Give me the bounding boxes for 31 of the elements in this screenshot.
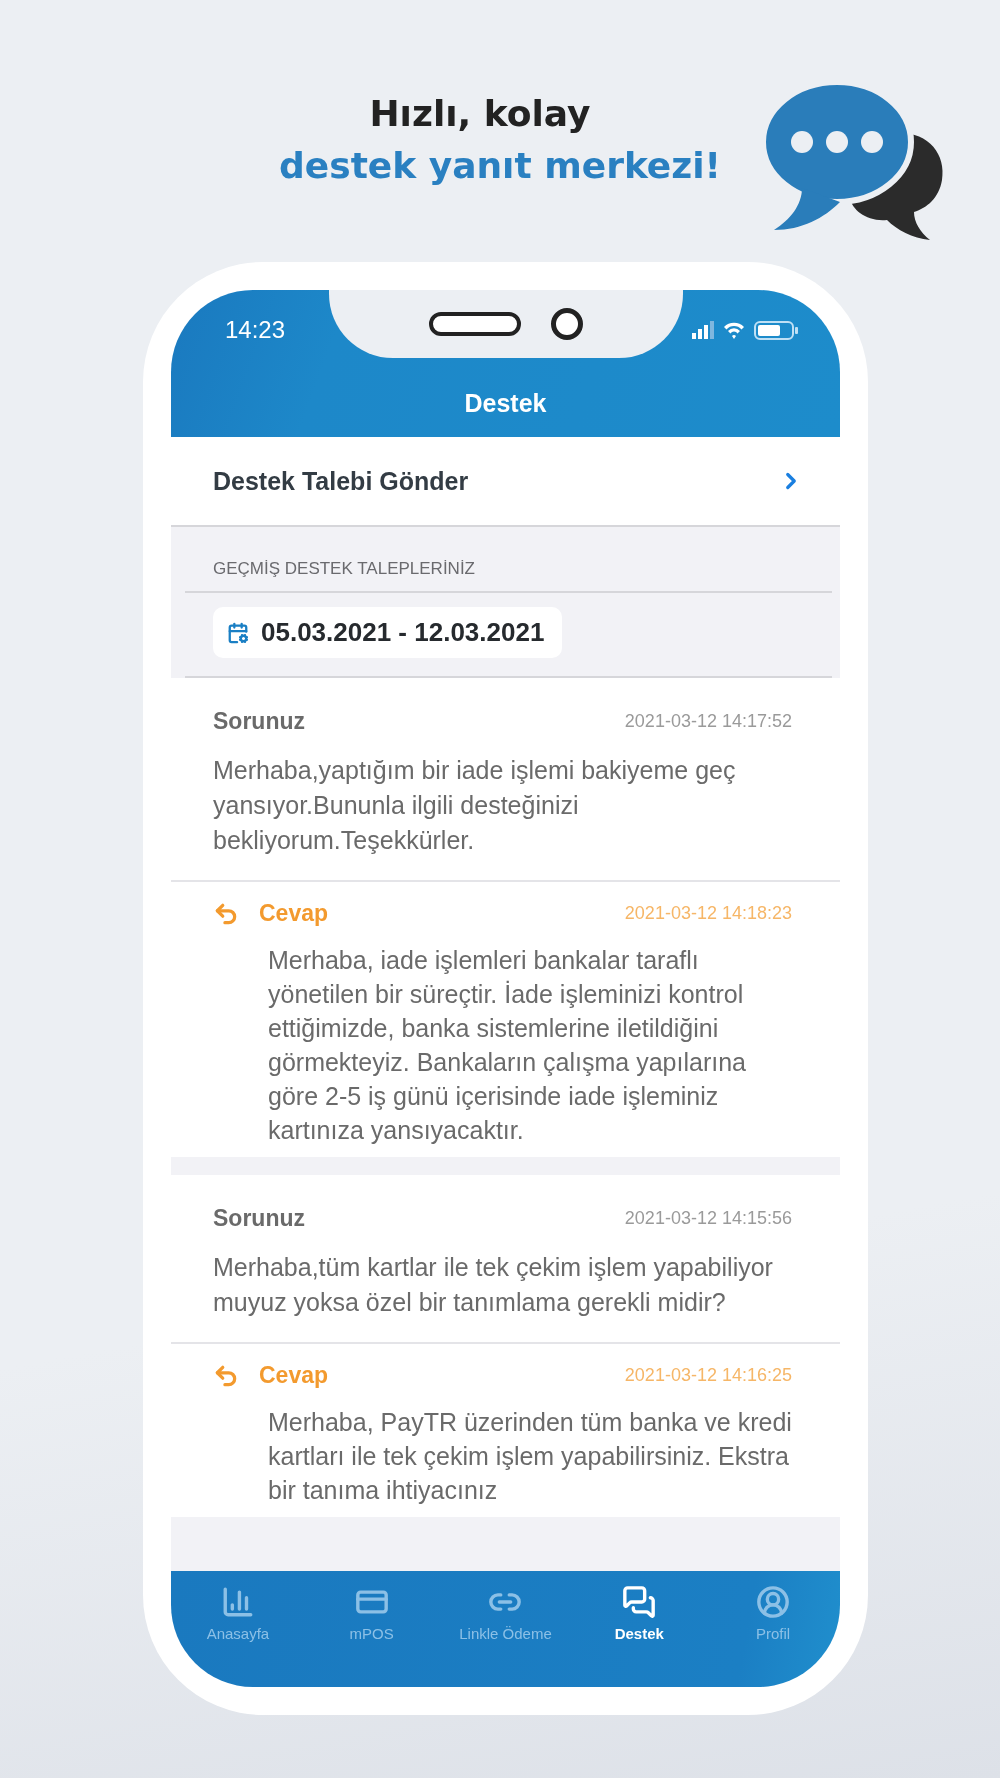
tab[interactable]: mPOS	[304, 1581, 439, 1646]
camera	[551, 308, 583, 340]
headline: Hızlı, kolay	[369, 92, 591, 136]
tab[interactable]: Destek	[572, 1581, 707, 1646]
headline: destek yanıt merkezi!	[279, 144, 721, 188]
calendar-icon	[227, 621, 249, 644]
signal-icon	[692, 321, 714, 339]
tab[interactable]: Profil	[706, 1581, 840, 1646]
tab[interactable]: Anasayfa	[171, 1581, 305, 1646]
answer-text: Merhaba, PayTR üzerinden tüm banka ve kredi kartları ile tek çekim işlem yapabilirsiniz. Ekstra bir tanıma ihtiyacınız	[268, 1407, 792, 1506]
question-time: 2021-03-12 14:17:52	[624, 711, 792, 732]
answer-label: Cevap	[259, 900, 329, 927]
answer-time: 2021-03-12 14:16:25	[624, 1365, 792, 1386]
question-label: Sorunuz	[213, 708, 305, 735]
chat-icon	[622, 1585, 657, 1619]
question-text: Merhaba,tüm kartlar ile tek çekim işlem yapabiliyor muyuz yoksa özel bir tanımlama gerekli midir?	[213, 1252, 774, 1318]
battery-icon	[754, 321, 798, 340]
answer-label: Cevap	[259, 1362, 329, 1389]
user-icon	[756, 1585, 791, 1619]
date-range-picker[interactable]: 05.03.2021 - 12.03.2021	[213, 607, 563, 658]
answer-time: 2021-03-12 14:18:23	[624, 903, 792, 924]
question-text: Merhaba,yaptığım bir iade işlemi bakiyeme geç yansıyor.Bununla ilgili desteğinizi bekliyorum.Teşekkürler.	[213, 755, 737, 856]
answer-text: Merhaba, iade işlemleri bankalar taraflı yönetilen bir süreçtir. İade işleminizi kontrol ettiğimizde, banka sistemlerine iletildiğini görmekteyiz. Bankaların çalışma yapılarına göre 2-5 iş günü içerisinde iade işleminiz kartınıza yansıyacaktır.	[268, 945, 747, 1146]
question-time: 2021-03-12 14:15:56	[624, 1208, 792, 1229]
status-time: 14:23	[225, 316, 286, 344]
wifi-icon	[724, 322, 744, 339]
question-label: Sorunuz	[213, 1205, 305, 1232]
section-title: GEÇMİŞ DESTEK TALEPLERİNİZ	[185, 527, 832, 593]
support-request-row[interactable]: Destek Talebi Gönder	[171, 437, 840, 527]
screen-title: Destek	[463, 388, 548, 419]
tab[interactable]: Linkle Ödeme	[438, 1581, 573, 1646]
